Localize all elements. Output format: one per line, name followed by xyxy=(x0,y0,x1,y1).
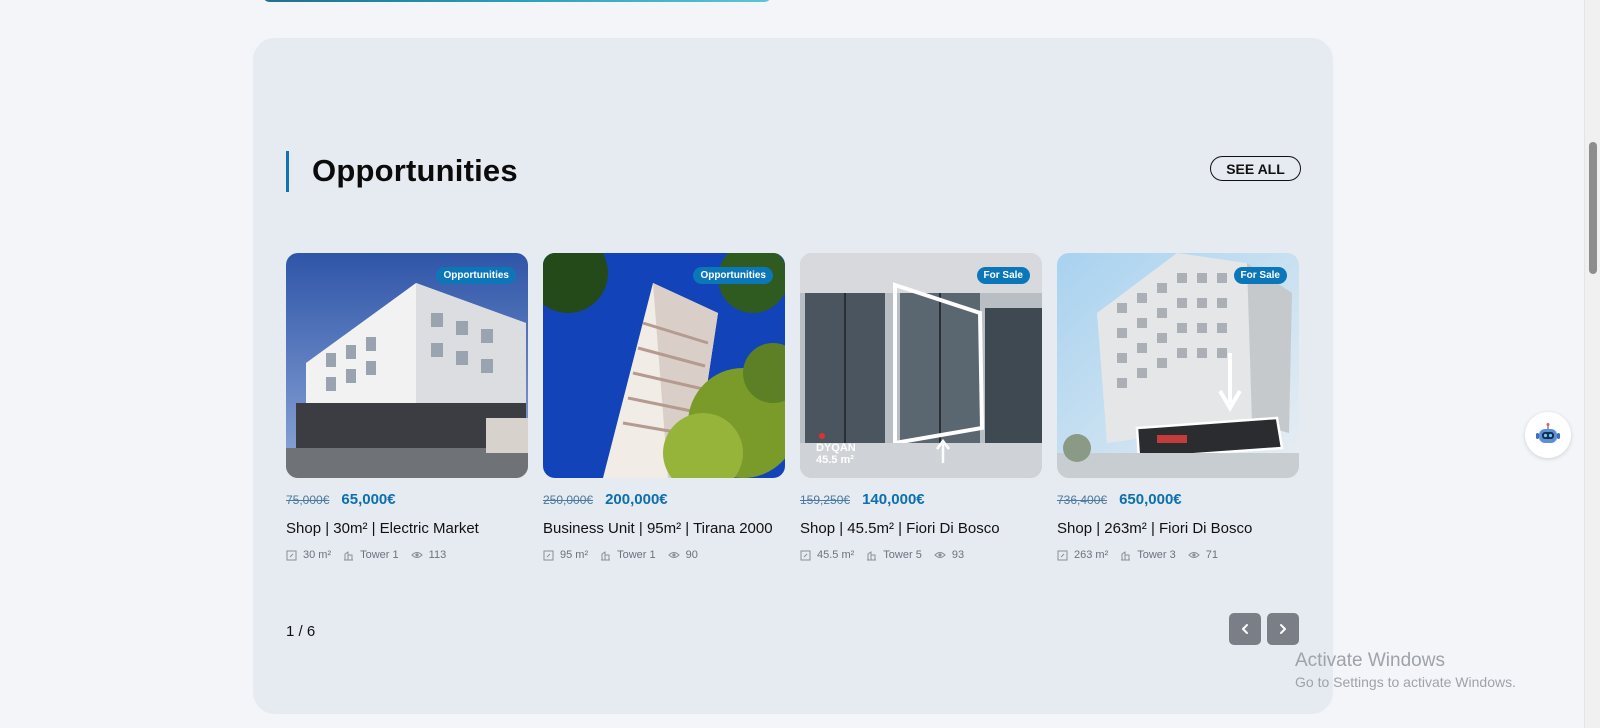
meta-tower: Tower 5 xyxy=(866,549,922,561)
new-price: 140,000€ xyxy=(862,491,925,508)
carousel-prev-button[interactable] xyxy=(1229,613,1261,645)
chevron-right-icon xyxy=(1280,624,1286,634)
image-caption-label: DYQAN xyxy=(816,442,856,454)
property-card[interactable]: DYQAN 45.5 m² For Sale 159,250€ 140,000€… xyxy=(800,253,1042,562)
top-banner-edge xyxy=(262,0,772,2)
area-icon xyxy=(543,550,554,560)
property-card[interactable]: Opportunities 75,000€ 65,000€ Shop | 30m… xyxy=(286,253,528,562)
property-image[interactable]: For Sale xyxy=(1057,253,1299,478)
building-icon xyxy=(867,550,877,560)
property-card[interactable]: Opportunities 250,000€ 200,000€ Business… xyxy=(543,253,785,562)
old-price: 250,000€ xyxy=(543,493,594,507)
card-badge: Opportunities xyxy=(436,267,516,284)
tower-value: Tower 5 xyxy=(883,549,922,561)
see-all-button[interactable]: SEE ALL xyxy=(1210,156,1301,181)
section-title: Opportunities xyxy=(312,153,518,188)
meta-views: 113 xyxy=(410,549,447,561)
building-icon xyxy=(601,550,611,560)
area-value: 45.5 m² xyxy=(817,549,855,561)
page-scrollbar[interactable] xyxy=(1584,0,1600,728)
assistant-chat-button[interactable] xyxy=(1525,412,1571,458)
new-price: 650,000€ xyxy=(1119,491,1182,508)
meta-tower: Tower 3 xyxy=(1120,549,1176,561)
property-carousel: Opportunities 75,000€ 65,000€ Shop | 30m… xyxy=(286,253,1301,593)
area-value: 263 m² xyxy=(1074,549,1109,561)
price-row: 75,000€ 65,000€ xyxy=(286,491,528,509)
meta-area: 30 m² xyxy=(286,549,331,561)
old-price: 736,400€ xyxy=(1057,493,1108,507)
watermark-title: Activate Windows xyxy=(1295,650,1445,671)
card-title[interactable]: Shop | 45.5m² | Fiori Di Bosco xyxy=(800,521,1042,536)
views-value: 93 xyxy=(951,549,965,561)
carousel-next-button[interactable] xyxy=(1267,613,1299,645)
views-value: 71 xyxy=(1205,549,1219,561)
watermark-subtitle: Go to Settings to activate Windows. xyxy=(1295,674,1516,690)
building-icon xyxy=(1121,550,1131,560)
property-image[interactable]: Opportunities xyxy=(543,253,785,478)
section-header: Opportunities SEE ALL xyxy=(286,151,1301,192)
card-title[interactable]: Shop | 30m² | Electric Market xyxy=(286,521,528,536)
building-icon xyxy=(344,550,354,560)
eye-icon xyxy=(667,552,680,558)
card-title[interactable]: Shop | 263m² | Fiori Di Bosco xyxy=(1057,521,1299,536)
tower-value: Tower 1 xyxy=(617,549,656,561)
title-accent-bar xyxy=(286,151,289,192)
new-price: 200,000€ xyxy=(605,491,668,508)
area-value: 95 m² xyxy=(560,549,589,561)
tower-value: Tower 1 xyxy=(360,549,399,561)
area-icon xyxy=(286,550,297,560)
eye-icon xyxy=(410,552,423,558)
opportunities-panel: Opportunities SEE ALL Opportunities 75,0… xyxy=(253,38,1333,714)
card-title[interactable]: Business Unit | 95m² | Tirana 2000 xyxy=(543,521,785,536)
views-value: 90 xyxy=(685,549,698,561)
card-meta: 95 m² Tower 1 90 xyxy=(543,548,785,562)
card-badge: For Sale xyxy=(1233,267,1287,284)
carousel-page-indicator: 1 / 6 xyxy=(286,623,316,640)
card-meta: 263 m² Tower 3 71 xyxy=(1057,548,1299,562)
eye-icon xyxy=(934,552,946,558)
meta-area: 45.5 m² xyxy=(800,549,854,561)
card-badge: Opportunities xyxy=(693,267,773,284)
robot-icon xyxy=(1536,423,1560,443)
card-badge: For Sale xyxy=(976,267,1030,284)
old-price: 159,250€ xyxy=(800,493,851,507)
price-row: 250,000€ 200,000€ xyxy=(543,491,785,509)
meta-tower: Tower 1 xyxy=(343,549,399,561)
meta-tower: Tower 1 xyxy=(600,549,656,561)
scrollbar-thumb[interactable] xyxy=(1589,142,1597,274)
old-price: 75,000€ xyxy=(286,493,330,507)
views-value: 113 xyxy=(428,549,447,561)
meta-views: 71 xyxy=(1188,549,1218,561)
card-meta: 45.5 m² Tower 5 93 xyxy=(800,548,1042,562)
price-row: 159,250€ 140,000€ xyxy=(800,491,1042,509)
area-value: 30 m² xyxy=(303,549,332,561)
area-icon xyxy=(1057,550,1068,560)
meta-area: 95 m² xyxy=(543,549,588,561)
eye-icon xyxy=(1188,552,1200,558)
meta-area: 263 m² xyxy=(1057,549,1108,561)
image-caption-area: 45.5 m² xyxy=(816,454,854,466)
property-card[interactable]: For Sale 736,400€ 650,000€ Shop | 263m² … xyxy=(1057,253,1299,562)
new-price: 65,000€ xyxy=(341,491,396,508)
area-icon xyxy=(800,550,811,560)
meta-views: 90 xyxy=(667,549,698,561)
windows-activation-watermark: Activate Windows Go to Settings to activ… xyxy=(1295,650,1516,692)
tower-value: Tower 3 xyxy=(1137,549,1176,561)
property-image[interactable]: Opportunities xyxy=(286,253,528,478)
price-row: 736,400€ 650,000€ xyxy=(1057,491,1299,509)
card-meta: 30 m² Tower 1 113 xyxy=(286,548,528,562)
chevron-left-icon xyxy=(1242,624,1248,634)
meta-views: 93 xyxy=(934,549,964,561)
property-image[interactable]: DYQAN 45.5 m² For Sale xyxy=(800,253,1042,478)
